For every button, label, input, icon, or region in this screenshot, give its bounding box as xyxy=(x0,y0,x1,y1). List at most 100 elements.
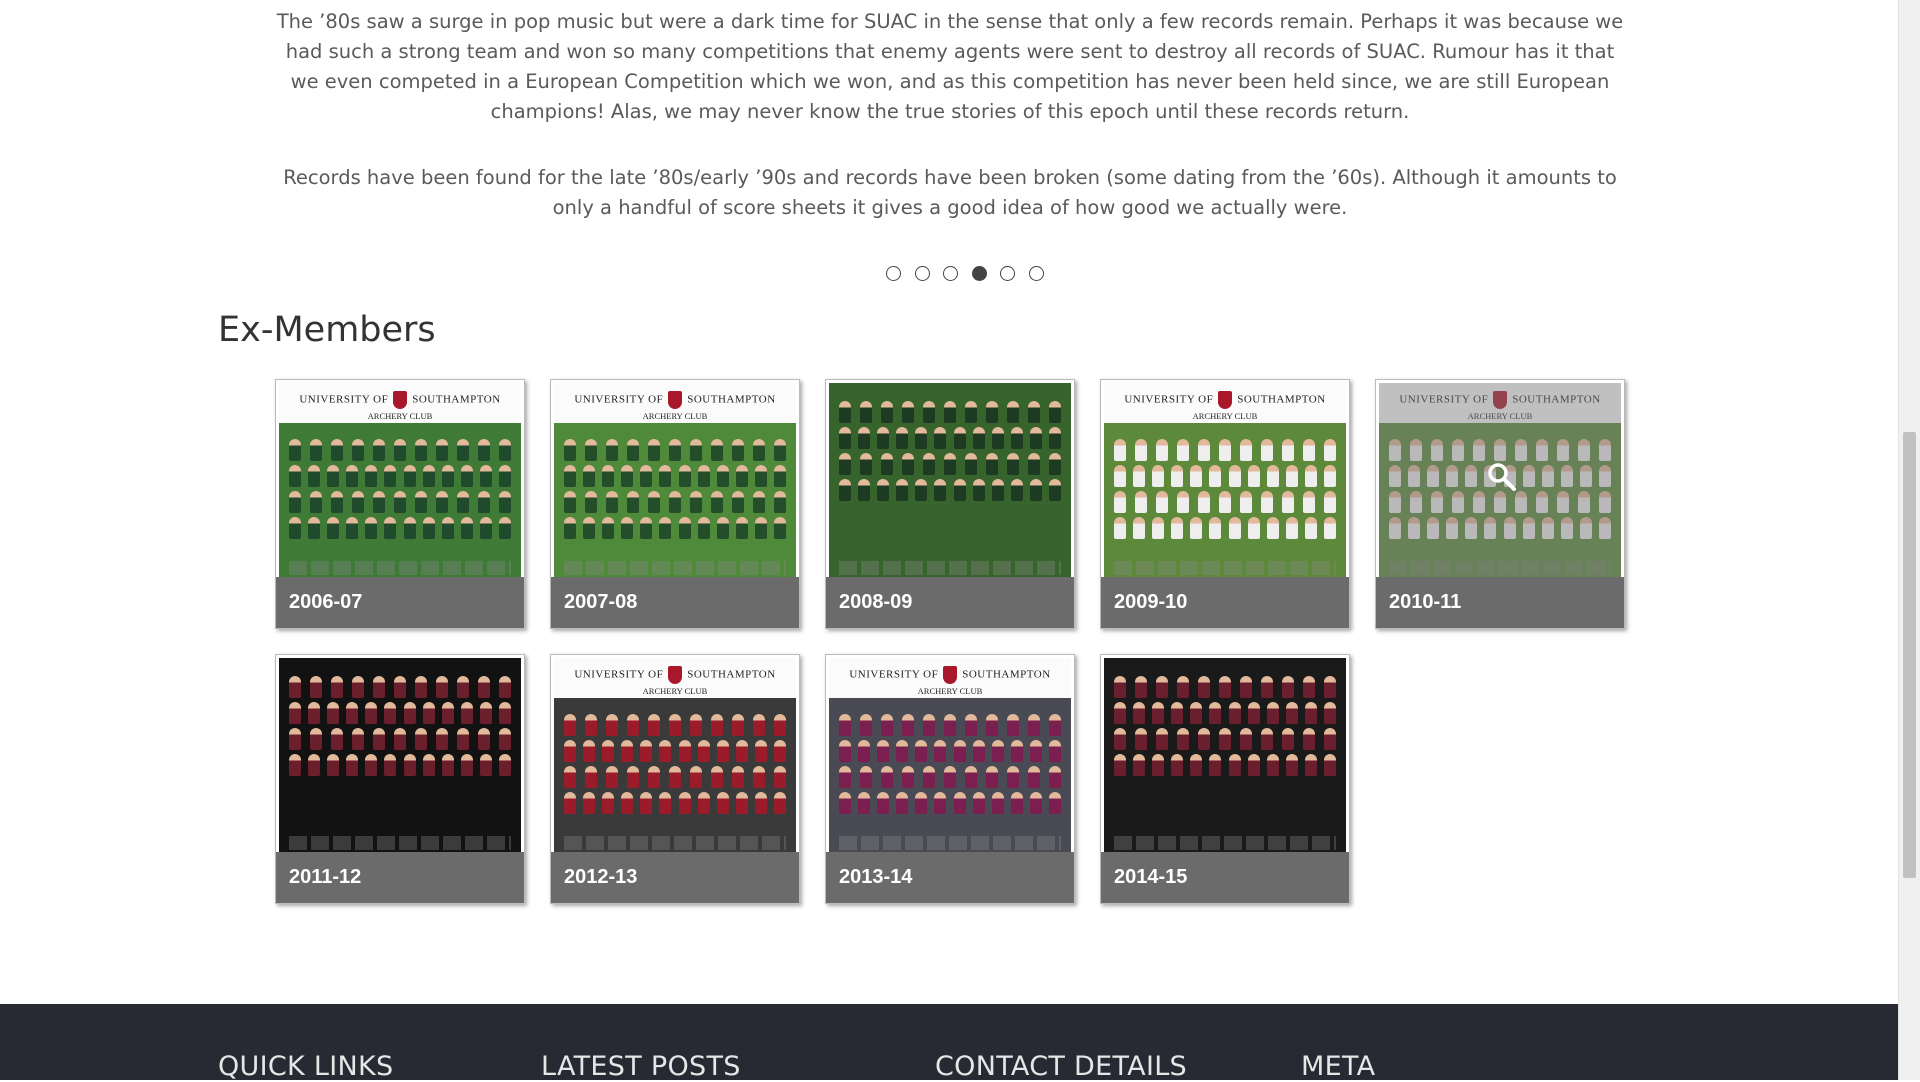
photo-person xyxy=(326,517,339,539)
photo-person xyxy=(1114,439,1127,461)
photo-person xyxy=(1151,465,1164,487)
team-photo: UNIVERSITY OF SOUTHAMPTON ARCHERY CLUB xyxy=(829,658,1071,853)
photo-person xyxy=(373,676,386,698)
photo-person xyxy=(735,740,748,762)
photo-person xyxy=(752,491,765,513)
gallery-item[interactable]: UNIVERSITY OF SOUTHAMPTON ARCHERY CLUB 2010… xyxy=(1375,379,1625,629)
photo-person xyxy=(601,792,614,814)
photo-person xyxy=(627,491,640,513)
photo-person xyxy=(774,740,787,762)
photo-person xyxy=(716,792,729,814)
photo-person xyxy=(1030,792,1043,814)
footer: QUICK LINKS LATEST POSTS CONTACT DETAILS… xyxy=(0,1004,1899,1082)
photo-people-row xyxy=(285,517,515,539)
photo-person xyxy=(1151,754,1164,776)
photo-person xyxy=(346,517,359,539)
photo-person xyxy=(1324,517,1337,539)
photo-person xyxy=(1239,439,1252,461)
photo-people-row xyxy=(835,427,1065,449)
vertical-scrollbar[interactable] xyxy=(1898,0,1920,1080)
photo-person xyxy=(1135,439,1148,461)
photo-person xyxy=(689,491,702,513)
gallery-item[interactable]: UNIVERSITY OF SOUTHAMPTON ARCHERY CLUB 2007… xyxy=(550,379,800,629)
photo-person xyxy=(735,465,748,487)
slider-dot-3[interactable] xyxy=(943,266,959,281)
photo-person xyxy=(499,517,512,539)
slider-dot-5[interactable] xyxy=(1000,266,1016,281)
photo-person xyxy=(1218,491,1231,513)
photo-person xyxy=(1113,702,1126,724)
team-photo: UNIVERSITY OF SOUTHAMPTON ARCHERY CLUB xyxy=(554,383,796,578)
gallery-item[interactable]: 2011-12 xyxy=(275,654,525,904)
photo-person xyxy=(1247,702,1260,724)
photo-person xyxy=(1156,439,1169,461)
photo-person xyxy=(289,439,302,461)
photo-person xyxy=(477,676,490,698)
gallery-item[interactable]: UNIVERSITY OF SOUTHAMPTON ARCHERY CLUB 2012… xyxy=(550,654,800,904)
slider-dot-6[interactable] xyxy=(1029,266,1044,281)
photo-person xyxy=(1285,517,1298,539)
photo-person xyxy=(1239,728,1252,750)
photo-person xyxy=(365,702,378,724)
photo-person xyxy=(373,728,386,750)
photo-person xyxy=(365,465,378,487)
photo-person xyxy=(499,754,512,776)
photo-header-university: UNIVERSITY OF SOUTHAMPTON xyxy=(829,666,1071,684)
photo-people-row xyxy=(835,714,1065,736)
photo-person xyxy=(414,439,427,461)
photo-header-university: UNIVERSITY OF SOUTHAMPTON xyxy=(1104,391,1346,409)
gallery-item[interactable]: 2014-15 xyxy=(1100,654,1350,904)
photo-person xyxy=(585,491,598,513)
photo-person xyxy=(648,439,661,461)
slider-dot-1[interactable] xyxy=(886,266,901,281)
photo-person xyxy=(991,740,1004,762)
gallery-item[interactable]: UNIVERSITY OF SOUTHAMPTON ARCHERY CLUB 2013… xyxy=(825,654,1075,904)
photo-person xyxy=(1030,479,1043,501)
search-icon[interactable] xyxy=(1486,461,1516,491)
photo-header: UNIVERSITY OF SOUTHAMPTON ARCHERY CLUB xyxy=(279,383,521,423)
photo-person xyxy=(384,465,397,487)
gallery-item[interactable]: UNIVERSITY OF SOUTHAMPTON ARCHERY CLUB 2006… xyxy=(275,379,525,629)
scrollbar-thumb[interactable] xyxy=(1903,432,1916,878)
photo-person xyxy=(403,465,416,487)
photo-person xyxy=(964,714,977,736)
photo-person xyxy=(480,465,493,487)
photo-person xyxy=(1281,439,1294,461)
slider-dot-2[interactable] xyxy=(914,266,930,281)
photo-header-city-text: SOUTHAMPTON xyxy=(412,393,501,406)
photo-person xyxy=(923,453,936,475)
photo-person xyxy=(943,401,956,423)
photo-person xyxy=(1218,439,1231,461)
photo-person xyxy=(1302,676,1315,698)
photo-person xyxy=(896,740,909,762)
photo-person xyxy=(477,728,490,750)
photo-person xyxy=(373,439,386,461)
photo-person xyxy=(310,728,323,750)
photo-person xyxy=(1218,728,1231,750)
photo-person xyxy=(1324,754,1337,776)
gallery-item[interactable]: UNIVERSITY OF SOUTHAMPTON ARCHERY CLUB 2009… xyxy=(1100,379,1350,629)
photo-person xyxy=(1305,465,1318,487)
photo-person xyxy=(606,439,619,461)
photo-person xyxy=(876,792,889,814)
photo-person xyxy=(881,766,894,788)
photo-person xyxy=(456,728,469,750)
photo-person xyxy=(985,766,998,788)
photo-header-club: ARCHERY CLUB xyxy=(642,686,708,696)
photo-people-row xyxy=(1110,754,1340,776)
photo-person xyxy=(456,676,469,698)
photo-name-list xyxy=(839,561,1061,575)
gallery-item[interactable]: 2008-09 xyxy=(825,379,1075,629)
photo-person xyxy=(943,453,956,475)
photo-person xyxy=(1260,439,1273,461)
photo-person xyxy=(1260,491,1273,513)
slider-dot-4[interactable] xyxy=(971,266,987,281)
photo-people-row xyxy=(1110,465,1340,487)
photo-person xyxy=(393,728,406,750)
photo-person xyxy=(331,491,344,513)
photo-person xyxy=(710,714,723,736)
photo-person xyxy=(307,517,320,539)
photo-person xyxy=(307,702,320,724)
photo-name-list xyxy=(839,836,1061,850)
photo-person xyxy=(373,491,386,513)
